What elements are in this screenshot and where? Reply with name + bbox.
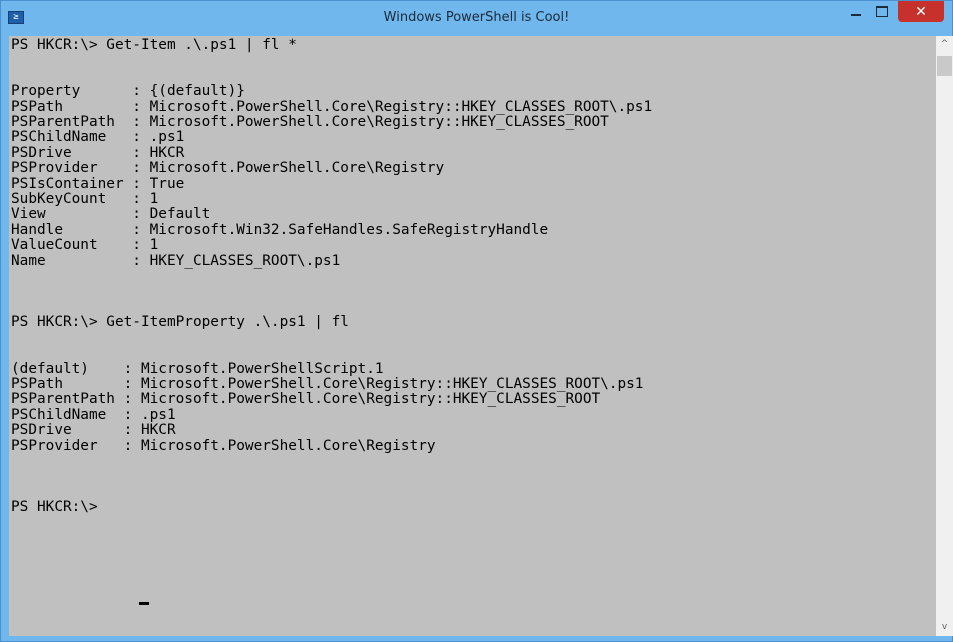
scroll-down-arrow-icon[interactable]: v — [936, 619, 953, 636]
title-bar[interactable]: ≥ Windows PowerShell is Cool! ✕ — [1, 1, 952, 36]
text-cursor — [139, 602, 149, 605]
minimize-icon — [851, 13, 861, 16]
scroll-up-arrow-icon[interactable]: ^ — [936, 36, 953, 53]
console-text: PS HKCR:\> Get-Item .\.ps1 | fl * Proper… — [11, 37, 653, 516]
scrollbar-thumb[interactable] — [937, 56, 952, 76]
vertical-scrollbar[interactable]: ^ v — [936, 36, 953, 636]
window-title: Windows PowerShell is Cool! — [383, 10, 570, 25]
maximize-button[interactable] — [869, 1, 895, 22]
close-button[interactable]: ✕ — [898, 1, 944, 22]
minimize-button[interactable] — [843, 1, 869, 22]
powershell-window: ≥ Windows PowerShell is Cool! ✕ PS HKCR:… — [0, 0, 953, 642]
close-icon: ✕ — [915, 3, 927, 20]
console-output[interactable]: PS HKCR:\> Get-Item .\.ps1 | fl * Proper… — [9, 36, 936, 636]
maximize-icon — [876, 6, 888, 17]
